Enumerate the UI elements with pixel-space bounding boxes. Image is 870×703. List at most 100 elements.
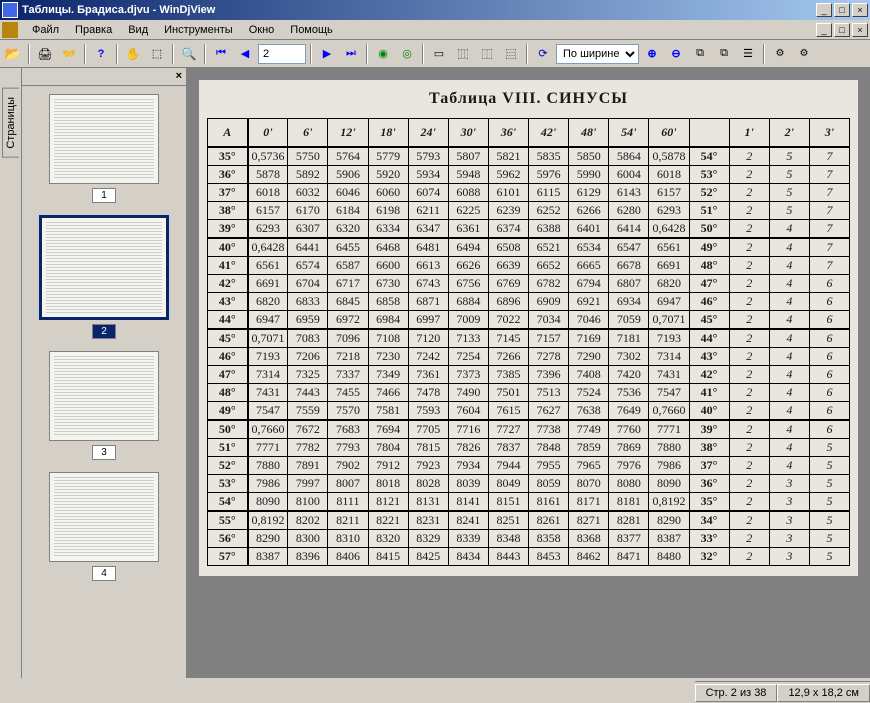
thumbnail-image[interactable] <box>49 94 159 184</box>
last-page-icon[interactable] <box>340 43 362 65</box>
table-cell: 6691 <box>649 256 689 274</box>
nav-back-icon[interactable] <box>372 43 394 65</box>
properties-icon[interactable] <box>737 43 759 65</box>
table-cell: 3 <box>769 529 809 547</box>
table-cell: 36° <box>208 165 248 183</box>
minimize-button[interactable]: _ <box>816 3 832 17</box>
thumbnail-image[interactable] <box>39 215 169 320</box>
table-cell: 2 <box>729 165 769 183</box>
menu-view[interactable]: Вид <box>120 22 156 38</box>
close-panel-icon[interactable]: × <box>176 70 182 83</box>
table-cell: 5 <box>809 511 849 530</box>
thumbnail-image[interactable] <box>49 351 159 441</box>
first-page-icon[interactable] <box>210 43 232 65</box>
table-cell: 5 <box>769 165 809 183</box>
table-cell: 6665 <box>569 256 609 274</box>
status-page: Стр. 2 из 38 <box>695 684 778 702</box>
table-cell: 2 <box>729 329 769 348</box>
table-cell: 5750 <box>288 147 328 166</box>
maximize-button[interactable]: □ <box>834 3 850 17</box>
table-cell: 6717 <box>328 274 368 292</box>
table-cell: 5990 <box>569 165 609 183</box>
table-cell: 8377 <box>609 529 649 547</box>
table-cell: 6521 <box>529 238 569 257</box>
table-cell: 36° <box>689 474 729 492</box>
rotate-icon[interactable] <box>532 43 554 65</box>
single-page-icon[interactable] <box>428 43 450 65</box>
table-cell: 6756 <box>448 274 488 292</box>
table-cell: 46° <box>689 292 729 310</box>
continuous-facing-icon[interactable] <box>500 43 522 65</box>
continuous-icon[interactable] <box>452 43 474 65</box>
table-cell: 6 <box>809 310 849 329</box>
hand-tool-icon[interactable] <box>122 43 144 65</box>
table-cell: 6871 <box>408 292 448 310</box>
thumbnail-item[interactable]: 4 <box>30 472 178 581</box>
menu-edit[interactable]: Правка <box>67 22 120 38</box>
table-cell: 4 <box>769 238 809 257</box>
print-icon[interactable] <box>34 43 56 65</box>
table-cell: 6441 <box>288 238 328 257</box>
table-row: 57°8387839684068415842584348443845384628… <box>208 547 850 565</box>
find-icon[interactable] <box>58 43 80 65</box>
table-cell: 8368 <box>569 529 609 547</box>
document-viewport[interactable]: Таблица VIII. СИНУСЫ A0'6'12'18'24'30'36… <box>187 68 870 678</box>
zoom-in-icon[interactable] <box>641 43 663 65</box>
table-cell: 5850 <box>569 147 609 166</box>
table-cell: 6347 <box>408 219 448 238</box>
thumbnail-panel: × 1 2 3 4 <box>22 68 187 678</box>
table-cell: 4 <box>769 401 809 420</box>
thumbnail-item[interactable]: 2 <box>30 215 178 339</box>
select-tool-icon[interactable] <box>146 43 168 65</box>
thumbnail-item[interactable]: 1 <box>30 94 178 203</box>
table-cell: 7254 <box>448 347 488 365</box>
menu-help[interactable]: Помощь <box>282 22 341 38</box>
table-cell: 7997 <box>288 474 328 492</box>
settings-icon-1[interactable] <box>769 43 791 65</box>
table-cell: 2 <box>729 183 769 201</box>
thumbnail-image[interactable] <box>49 472 159 562</box>
table-cell: 7022 <box>488 310 528 329</box>
next-page-icon[interactable] <box>316 43 338 65</box>
menu-file[interactable]: Файл <box>24 22 67 38</box>
magnify-tool-icon[interactable] <box>178 43 200 65</box>
table-cell: 7 <box>809 147 849 166</box>
table-cell: 51° <box>689 201 729 219</box>
table-cell: 6293 <box>248 219 288 238</box>
page-number-input[interactable] <box>258 44 306 64</box>
open-icon[interactable] <box>2 43 24 65</box>
nav-forward-icon[interactable] <box>396 43 418 65</box>
close-button[interactable]: × <box>852 3 868 17</box>
doc-restore-button[interactable]: □ <box>834 23 850 37</box>
export-icon[interactable] <box>713 43 735 65</box>
table-cell: 7570 <box>328 401 368 420</box>
doc-minimize-button[interactable]: _ <box>816 23 832 37</box>
menu-window[interactable]: Окно <box>241 22 283 38</box>
thumbnail-item[interactable]: 3 <box>30 351 178 460</box>
table-cell: 7880 <box>248 456 288 474</box>
tab-pages[interactable]: Страницы <box>2 88 19 158</box>
table-row: 46°7193720672187230724272547266727872907… <box>208 347 850 365</box>
help-icon[interactable] <box>90 43 112 65</box>
table-cell: 8111 <box>328 492 368 511</box>
table-cell: 8151 <box>488 492 528 511</box>
zoom-select[interactable]: По ширине <box>556 44 639 64</box>
facing-icon[interactable] <box>476 43 498 65</box>
table-cell: 7181 <box>609 329 649 348</box>
table-cell: 5 <box>809 438 849 456</box>
copy-icon[interactable] <box>689 43 711 65</box>
table-cell: 6769 <box>488 274 528 292</box>
table-cell: 7 <box>809 238 849 257</box>
prev-page-icon[interactable] <box>234 43 256 65</box>
settings-icon-2[interactable] <box>793 43 815 65</box>
table-cell: 6266 <box>569 201 609 219</box>
table-cell: 6896 <box>488 292 528 310</box>
table-cell: 7513 <box>529 383 569 401</box>
table-cell: 8211 <box>328 511 368 530</box>
menu-tools[interactable]: Инструменты <box>156 22 241 38</box>
table-row: 55°0,81928202821182218231824182518261827… <box>208 511 850 530</box>
zoom-out-icon[interactable] <box>665 43 687 65</box>
doc-close-button[interactable]: × <box>852 23 868 37</box>
thumbnail-scroll[interactable]: 1 2 3 4 <box>22 86 186 678</box>
table-cell: 6921 <box>569 292 609 310</box>
